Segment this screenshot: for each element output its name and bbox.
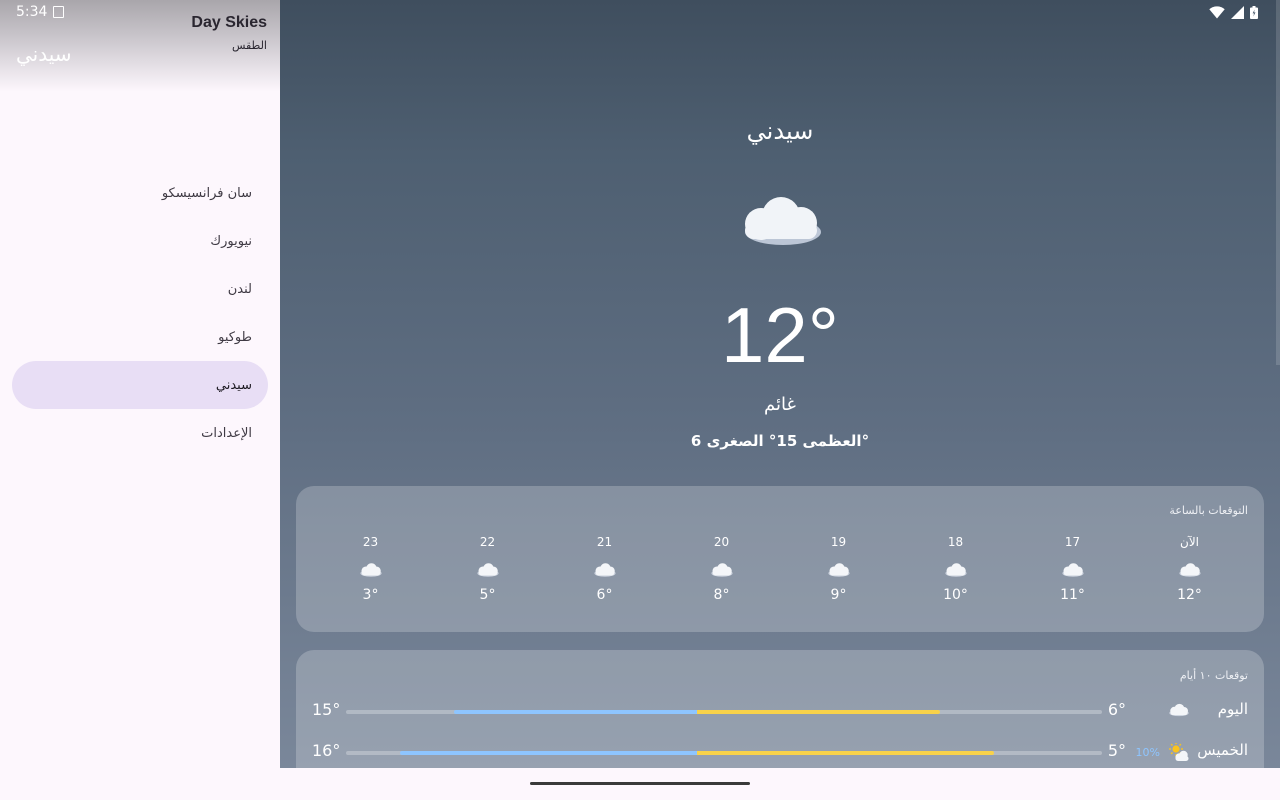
day-low-temp: 5° (1107, 741, 1126, 760)
hour-temperature: 9° (830, 587, 847, 603)
partly-sunny-icon (1168, 742, 1190, 767)
cloud-icon (359, 559, 383, 581)
temperature-range-track (346, 710, 1102, 714)
day-name: الخميس (1197, 741, 1248, 759)
nav-item-tokyo[interactable]: طوكيو (12, 313, 268, 361)
wifi-icon (1209, 6, 1225, 19)
daily-row[interactable]: الخميس 10% 5° 16° (312, 737, 1248, 767)
battery-icon (1250, 6, 1258, 19)
nav-item-new-york[interactable]: نيويورك (12, 217, 268, 265)
daily-forecast-title: توقعات ١٠ أيام (1179, 669, 1248, 682)
cloud-icon (944, 559, 968, 581)
cloud-icon (1178, 559, 1202, 581)
hour-label: 20 (713, 535, 730, 549)
cloud-icon (827, 559, 851, 581)
weather-main-panel: سيدني 12° غائم العظمى 15° الصغرى 6° التو… (280, 0, 1280, 768)
hour-label: 18 (947, 535, 964, 549)
hourly-item: 21 6° (546, 534, 663, 624)
temperature-range-bar (454, 710, 941, 714)
hour-label: 17 (1064, 535, 1081, 549)
hour-temperature: 11° (1060, 587, 1085, 603)
cloud-icon (593, 559, 617, 581)
cloud-icon (1061, 559, 1085, 581)
day-low-temp: 6° (1107, 700, 1126, 719)
precip-chance: 10% (1135, 746, 1160, 759)
hourly-item: 18 10° (897, 534, 1014, 624)
hour-temperature: 3° (362, 587, 379, 603)
hour-label: 22 (479, 535, 496, 549)
hour-temperature: 6° (596, 587, 613, 603)
gesture-handle[interactable] (530, 782, 750, 785)
hour-temperature: 12° (1177, 587, 1202, 603)
day-high-temp: 16° (312, 741, 341, 760)
drawer-header: 5:34 Day Skies الطقس سيدني (0, 0, 280, 92)
day-name: اليوم (1217, 700, 1248, 718)
cloud-icon (1168, 702, 1190, 721)
hourly-item: الآن 12° (1131, 534, 1248, 624)
hourly-item: 22 5° (429, 534, 546, 624)
status-time-text: 5:34 (16, 4, 48, 20)
daily-forecast-card: توقعات ١٠ أيام اليوم 6° 15° الخميس 10% 5° 16° (296, 650, 1264, 768)
navigation-drawer: 5:34 Day Skies الطقس سيدني سان فرانسيسكو… (0, 0, 280, 768)
nav-item-london[interactable]: لندن (12, 265, 268, 313)
hour-temperature: 8° (713, 587, 730, 603)
hour-label: 23 (362, 535, 379, 549)
hourly-item: 20 8° (663, 534, 780, 624)
hourly-forecast-title: التوقعات بالساعة (1169, 504, 1248, 517)
day-high-temp: 15° (312, 700, 341, 719)
system-nav-bar (0, 768, 1280, 800)
drawer-nav-list: سان فرانسيسكو نيويورك لندن طوكيو سيدني ا… (12, 169, 268, 457)
hour-label: 21 (596, 535, 613, 549)
hourly-item: 17 11° (1014, 534, 1131, 624)
hour-label: 19 (830, 535, 847, 549)
nav-item-sydney[interactable]: سيدني (12, 361, 268, 409)
app-subtitle: الطقس (231, 39, 267, 52)
hour-temperature: 10° (943, 587, 968, 603)
hourly-item: 19 9° (780, 534, 897, 624)
weather-condition: غائم (764, 394, 796, 415)
city-name: سيدني (746, 117, 814, 145)
status-clock: 5:34 (16, 4, 65, 20)
hourly-item: 23 3° (312, 534, 429, 624)
hourly-list: الآن 12° 17 11° 18 10° 19 9° 20 8° 21 6° 22 5° 23 3° (312, 534, 1248, 624)
hourly-forecast-card: التوقعات بالساعة الآن 12° 17 11° 18 10° 19 9° 20… (296, 486, 1264, 632)
nav-item-settings[interactable]: الإعدادات (12, 409, 268, 457)
daily-row[interactable]: اليوم 6° 15° (312, 696, 1248, 726)
cloud-icon (710, 559, 734, 581)
temperature-range-bar (399, 751, 994, 755)
temperature-range-track (346, 751, 1102, 755)
cloud-icon (476, 559, 500, 581)
hour-temperature: 5° (479, 587, 496, 603)
cloud-icon (745, 197, 821, 245)
status-icons (1209, 6, 1258, 19)
notification-icon (53, 6, 65, 18)
hour-label: الآن (1180, 535, 1199, 549)
app-title: Day Skies (191, 14, 267, 31)
high-low-temps: العظمى 15° الصغرى 6° (690, 432, 870, 450)
nav-item-san-francisco[interactable]: سان فرانسيسكو (12, 169, 268, 217)
drawer-current-city: سيدني (16, 42, 72, 66)
signal-icon (1231, 6, 1244, 19)
current-temperature: 12° (721, 291, 839, 379)
